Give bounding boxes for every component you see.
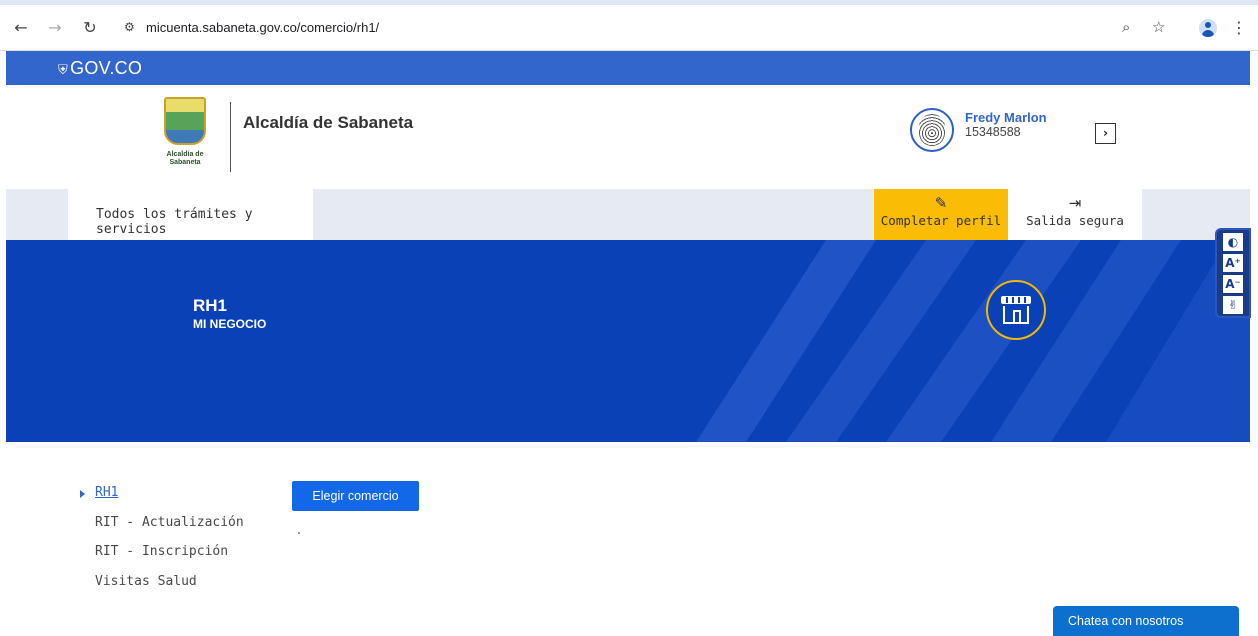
placeholder-dot [298, 532, 300, 534]
address-bar[interactable]: ⚙ micuenta.sabaneta.gov.co/comercio/rh1/… [112, 14, 1252, 44]
sign-language-icon[interactable]: ✌ [1223, 296, 1243, 314]
tab-all-services[interactable]: Todos los trámites y servicios [68, 189, 313, 240]
nav-item-visitas-salud[interactable]: Visitas Salud [95, 574, 197, 589]
tab-all-services-label: Todos los trámites y servicios [96, 207, 253, 237]
choose-business-button[interactable]: Elegir comercio [292, 481, 419, 511]
complete-profile-button[interactable]: ✎ Completar perfil [874, 189, 1008, 240]
nav-item-rit-actualizacion[interactable]: RIT - Actualización [95, 515, 244, 530]
accessibility-toolbar: ◐ A⁺ A⁻ ✌ [1215, 228, 1251, 318]
user-name: Fredy Marlon [965, 110, 1047, 125]
gov-shield-icon: ⛨ [58, 62, 69, 77]
emblem-caption: Alcaldía de Sabaneta [166, 151, 204, 166]
logout-icon: ⇥ [1068, 194, 1082, 212]
header-divider [230, 102, 231, 172]
site-header: Alcaldía de Sabaneta Alcaldía de Sabanet… [6, 85, 1250, 189]
nav-item-rit-inscripcion[interactable]: RIT - Inscripción [95, 544, 228, 559]
site-settings-icon[interactable]: ⚙ [124, 20, 135, 34]
zoom-icon[interactable]: ⌕ [1122, 18, 1130, 36]
store-icon [986, 280, 1046, 340]
chat-button[interactable]: Chatea con nosotros [1053, 606, 1239, 636]
main-menu-bar: Todos los trámites y servicios ✎ Complet… [6, 189, 1250, 240]
bookmark-star-icon[interactable]: ☆ [1152, 18, 1165, 36]
safe-exit-button[interactable]: ⇥ Salida segura [1008, 189, 1142, 240]
municipality-emblem-icon[interactable] [164, 97, 206, 145]
gov-co-logo[interactable]: ⛨ GOV.CO [58, 58, 142, 79]
organization-name: Alcaldía de Sabaneta [243, 113, 414, 132]
safe-exit-label: Salida segura [1026, 213, 1124, 228]
reload-icon[interactable]: ↻ [79, 17, 101, 39]
nav-item-rh1[interactable]: RH1 [95, 485, 118, 500]
fingerprint-icon [910, 108, 954, 152]
edit-user-icon: ✎ [934, 194, 948, 212]
banner-stripes [696, 240, 1250, 442]
active-bullet-icon [80, 490, 85, 498]
increase-font-icon[interactable]: A⁺ [1223, 254, 1243, 272]
page-subtitle: MI NEGOCIO [193, 317, 267, 331]
back-icon[interactable]: ← [10, 17, 32, 39]
gov-co-logo-text: GOV.CO [70, 58, 143, 78]
tab-strip [0, 0, 1258, 5]
browser-chrome: ← → ↻ ⚙ micuenta.sabaneta.gov.co/comerci… [0, 0, 1258, 51]
user-menu-arrow-button[interactable]: › [1095, 123, 1116, 144]
page-title: RH1 [193, 296, 228, 315]
browser-menu-icon[interactable]: ⋮ [1228, 17, 1250, 39]
profile-avatar-icon[interactable] [1199, 19, 1217, 37]
chat-label: Chatea con nosotros [1068, 614, 1184, 628]
hero-banner: RH1 MI NEGOCIO [6, 240, 1250, 442]
complete-profile-label: Completar perfil [880, 213, 1002, 228]
gov-co-bar: ⛨ GOV.CO [6, 51, 1250, 85]
forward-icon[interactable]: → [44, 17, 66, 39]
url-text: micuenta.sabaneta.gov.co/comercio/rh1/ [146, 20, 380, 35]
contrast-icon[interactable]: ◐ [1223, 233, 1243, 251]
user-id: 15348588 [965, 125, 1021, 139]
decrease-font-icon[interactable]: A⁻ [1223, 275, 1243, 293]
